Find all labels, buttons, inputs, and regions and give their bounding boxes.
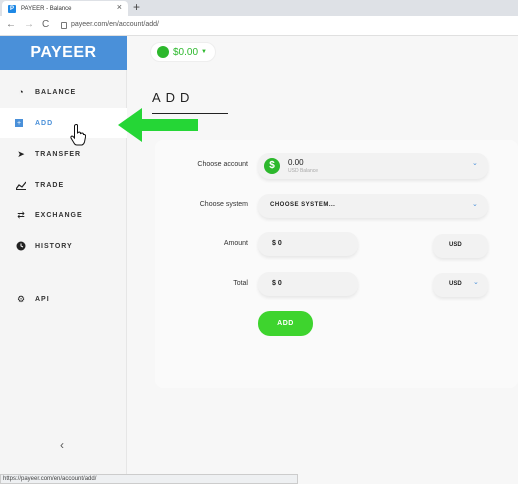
sidebar: PAYEER ◔ BALANCE + ADD ➤ TRANSFER TRADE … xyxy=(0,36,127,484)
page-title: ADD xyxy=(152,90,195,105)
speedometer-icon: ◔ xyxy=(18,87,24,97)
account-select[interactable]: $ 0.00 USD Balance ⌄ xyxy=(258,153,488,179)
system-label: Choose system xyxy=(199,201,248,208)
amount-currency[interactable]: USD xyxy=(433,234,488,258)
sidebar-item-label: HISTORY xyxy=(35,242,73,250)
tab-title: PAYEER - Balance xyxy=(21,5,72,12)
amount-value: $ 0 xyxy=(272,240,282,247)
paper-plane-icon: ➤ xyxy=(17,148,25,159)
collapse-sidebar-button[interactable]: ‹ xyxy=(60,438,64,452)
chevron-down-icon: ⌄ xyxy=(473,279,479,286)
plus-square-icon: + xyxy=(15,119,23,127)
amount-label: Amount xyxy=(223,240,248,247)
total-currency-label: USD xyxy=(449,281,462,287)
sidebar-item-label: EXCHANGE xyxy=(35,211,83,219)
status-bar-url: https://payeer.com/en/account/add/ xyxy=(0,474,298,484)
new-tab-button[interactable]: + xyxy=(133,0,140,15)
amount-currency-label: USD xyxy=(449,242,462,248)
close-tab-icon[interactable]: × xyxy=(117,2,122,12)
gears-icon: ⚙ xyxy=(16,293,26,304)
annotation-arrow xyxy=(118,108,198,142)
balance-amount: $0.00 xyxy=(173,46,199,58)
browser-tab-bar: P PAYEER - Balance × + xyxy=(0,0,518,16)
back-icon[interactable]: ← xyxy=(6,19,16,30)
browser-tab[interactable]: P PAYEER - Balance × xyxy=(2,1,128,16)
balance-icon xyxy=(157,46,169,58)
caret-down-icon: ▼ xyxy=(201,49,207,55)
account-label: Choose account xyxy=(197,161,248,168)
system-select[interactable]: CHOOSE SYSTEM... ⌄ xyxy=(258,194,488,218)
total-value: $ 0 xyxy=(272,280,282,287)
sidebar-item-label: API xyxy=(35,295,50,303)
logo[interactable]: PAYEER xyxy=(0,36,127,70)
add-button[interactable]: ADD xyxy=(258,311,313,336)
sidebar-item-label: ADD xyxy=(35,119,54,127)
reload-icon[interactable]: C xyxy=(42,19,49,30)
url-field[interactable]: payeer.com/en/account/add/ xyxy=(71,21,159,28)
lock-icon[interactable] xyxy=(61,22,67,29)
chevron-down-icon: ⌄ xyxy=(472,160,478,167)
chart-icon xyxy=(15,179,27,191)
total-label: Total xyxy=(233,280,248,287)
logo-text: PAYEER xyxy=(30,44,97,61)
address-bar: ← → C payeer.com/en/account/add/ xyxy=(0,16,518,36)
account-sub: USD Balance xyxy=(288,168,319,174)
sidebar-item-label: BALANCE xyxy=(35,88,77,96)
balance-dropdown[interactable]: $0.00 ▼ xyxy=(150,42,216,62)
sidebar-item-label: TRANSFER xyxy=(35,150,82,158)
forward-icon[interactable]: → xyxy=(24,19,34,30)
sidebar-item-trade[interactable]: TRADE xyxy=(0,170,127,200)
sidebar-item-history[interactable]: HISTORY xyxy=(0,231,127,261)
amount-input[interactable]: $ 0 xyxy=(258,232,358,256)
clock-icon xyxy=(15,240,27,252)
hand-cursor-icon xyxy=(70,124,87,151)
sidebar-item-api[interactable]: ⚙ API xyxy=(0,284,127,314)
sidebar-item-transfer[interactable]: ➤ TRANSFER xyxy=(0,139,127,169)
total-input[interactable]: $ 0 xyxy=(258,272,358,296)
exchange-icon: ⇄ xyxy=(17,209,25,220)
dollar-icon: $ xyxy=(264,158,280,174)
sidebar-item-exchange[interactable]: ⇄ EXCHANGE xyxy=(0,200,127,230)
chevron-down-icon: ⌄ xyxy=(472,201,478,208)
total-currency-select[interactable]: USD ⌄ xyxy=(433,273,488,297)
sidebar-item-add[interactable]: + ADD xyxy=(0,108,127,138)
account-value: 0.00 xyxy=(288,158,304,167)
favicon-icon: P xyxy=(8,4,16,13)
sidebar-item-label: TRADE xyxy=(35,181,65,189)
system-placeholder: CHOOSE SYSTEM... xyxy=(270,202,336,208)
sidebar-item-balance[interactable]: ◔ BALANCE xyxy=(0,77,127,107)
